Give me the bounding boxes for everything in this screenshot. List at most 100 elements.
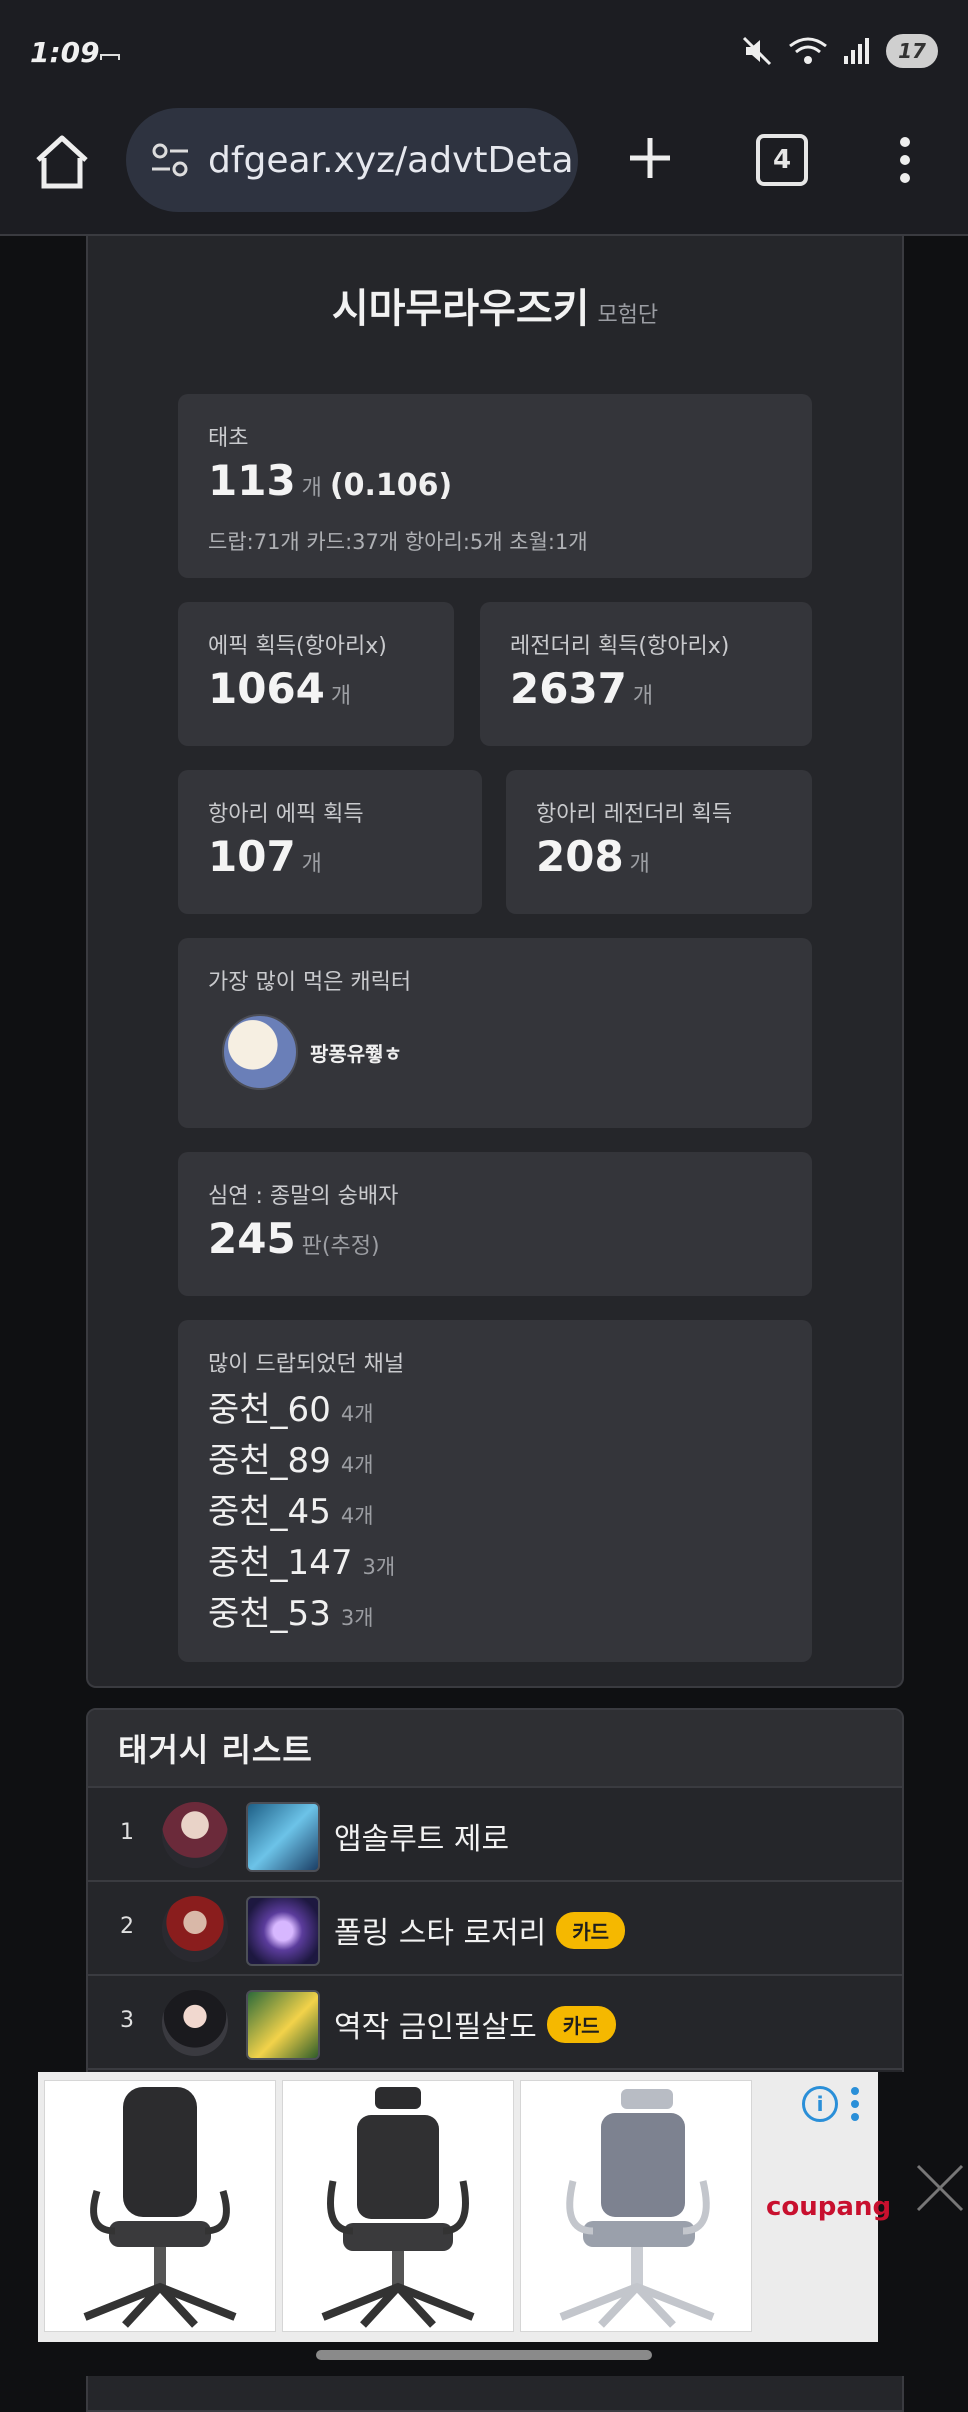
table-row[interactable]: 3 역작 금인필살도 카드: [88, 1976, 902, 2070]
page-title: 시마무라우즈키 모험단: [88, 276, 902, 334]
ad-banner[interactable]: i coupang: [0, 2072, 968, 2342]
abyss-value-line: 245 판(추정): [208, 1214, 380, 1263]
jar-epic-label: 항아리 에픽 획득: [208, 802, 364, 827]
card-badge: 카드: [556, 1912, 626, 1949]
jar-legendary-label: 항아리 레전더리 획득: [536, 802, 733, 827]
jar-epic-unit: 개: [301, 852, 322, 877]
channels-box: 많이 드랍되었던 채널 중천_60 4개 중천_89 4개 중천_45 4개 중천_1…: [178, 1320, 812, 1662]
taecho-rate: (0.106): [329, 468, 453, 503]
ad-brand-logo[interactable]: coupang: [766, 2192, 891, 2222]
taecho-count: 113: [208, 456, 296, 505]
character-entry[interactable]: 팡퐁유쭿ㅎ: [222, 1014, 402, 1090]
abyss-label: 심연 : 종말의 숭배자: [208, 1184, 399, 1209]
channel-name: 중천_89: [208, 1441, 331, 1481]
character-portrait: [162, 1896, 228, 1962]
item-name-with-badge[interactable]: 역작 금인필살도 카드: [334, 2002, 616, 2046]
item-icon: [246, 1896, 320, 1966]
jar-epic-value-line: 107 개: [208, 832, 322, 881]
list-title: 태거시 리스트: [118, 1731, 313, 1769]
abyss-unit: 판(추정): [301, 1234, 380, 1259]
adventure-card: 시마무라우즈키 모험단 태초 113 개 (0.106) 드랍:71개 카드:37개 …: [86, 236, 904, 1688]
top-character-box: 가장 많이 먹은 캐릭터 팡퐁유쭿ㅎ: [178, 938, 812, 1128]
ad-product-tile[interactable]: [282, 2080, 514, 2332]
legendary-value-line: 2637 개: [510, 664, 653, 713]
channel-name: 중천_53: [208, 1594, 331, 1634]
item-name[interactable]: 역작 금인필살도: [334, 2010, 537, 2045]
ad-product-tile[interactable]: [520, 2080, 752, 2332]
item-name-with-badge[interactable]: 폴링 스타 로저리 카드: [334, 1908, 626, 1952]
ad-product-tile[interactable]: [44, 2080, 276, 2332]
legendary-unit: 개: [632, 684, 654, 709]
status-bar: 1:09 17: [0, 0, 968, 100]
browser-toolbar: dfgear.xyz/advtDeta 4: [0, 100, 968, 236]
channel-count: 4개: [340, 1453, 374, 1477]
taecho-label: 태초: [208, 426, 249, 451]
mute-icon: [742, 36, 772, 66]
taecho-breakdown: 드랍:71개 카드:37개 항아리:5개 초월:1개: [208, 530, 588, 554]
channel-name: 중천_147: [208, 1543, 353, 1583]
item-icon: [246, 1802, 320, 1872]
table-row[interactable]: 1 앱솔루트 제로: [88, 1788, 902, 1882]
jar-legendary-unit: 개: [629, 852, 650, 877]
item-icon: [246, 1990, 320, 2060]
card-badge: 카드: [546, 2006, 616, 2043]
status-icons: 17: [740, 34, 938, 68]
item-name[interactable]: 앱솔루트 제로: [334, 1814, 509, 1858]
top-character-label: 가장 많이 먹은 캐릭터: [208, 970, 412, 995]
jar-legendary-value-line: 208 개: [536, 832, 650, 881]
notification-icon: [100, 54, 120, 60]
adventure-name: 시마무라우즈키: [331, 286, 590, 332]
jar-epic-value: 107: [208, 832, 296, 881]
channel-item: 중천_147 3개: [208, 1535, 395, 1584]
channel-count: 4개: [340, 1504, 374, 1528]
signal-icon: [844, 38, 869, 64]
legendary-value: 2637: [510, 664, 627, 713]
new-tab-icon[interactable]: [620, 128, 680, 188]
office-chair-image: [321, 2087, 475, 2328]
character-portrait: [162, 1990, 228, 2056]
row-rank: 1: [120, 1820, 134, 1845]
channel-count: 3개: [340, 1606, 374, 1630]
channel-name: 중천_60: [208, 1390, 331, 1430]
ad-content[interactable]: i coupang: [38, 2072, 891, 2342]
ad-menu-icon[interactable]: [850, 2086, 860, 2122]
url-text[interactable]: dfgear.xyz/advtDeta: [208, 140, 574, 181]
taecho-unit: 개: [301, 476, 322, 501]
channel-count: 3개: [362, 1555, 396, 1579]
adventure-subtitle: 모험단: [597, 303, 659, 328]
epic-value-line: 1064 개: [208, 664, 351, 713]
home-gesture-handle[interactable]: [316, 2350, 652, 2360]
channels-label: 많이 드랍되었던 채널: [208, 1352, 405, 1377]
epic-unit: 개: [330, 684, 352, 709]
jar-legendary-value: 208: [536, 832, 624, 881]
channel-count: 4개: [340, 1402, 374, 1426]
office-chair-image: [83, 2087, 237, 2328]
address-bar[interactable]: dfgear.xyz/advtDeta: [126, 108, 578, 212]
close-icon[interactable]: [912, 2160, 968, 2216]
character-portrait: [162, 1802, 228, 1868]
epic-label: 에픽 획득(항아리x): [208, 634, 387, 659]
item-name[interactable]: 폴링 스타 로저리: [334, 1916, 546, 1951]
taecho-value-line: 113 개 (0.106): [208, 456, 452, 505]
site-settings-icon[interactable]: [148, 138, 192, 182]
legendary-box: 레전더리 획득(항아리x) 2637 개: [480, 602, 812, 746]
row-rank: 2: [120, 1914, 134, 1939]
office-chair-image: [559, 2089, 715, 2328]
table-row[interactable]: 2 폴링 스타 로저리 카드: [88, 1882, 902, 1976]
abyss-value: 245: [208, 1214, 296, 1263]
more-menu-icon[interactable]: [890, 130, 920, 190]
channel-item: 중천_45 4개: [208, 1484, 374, 1533]
ad-info-icon[interactable]: i: [802, 2086, 838, 2122]
channel-name: 중천_45: [208, 1492, 331, 1532]
status-time: 1:09: [30, 36, 100, 69]
channel-item: 중천_60 4개: [208, 1382, 374, 1431]
character-name[interactable]: 팡퐁유쭿ㅎ: [310, 1038, 402, 1067]
wifi-icon: [789, 37, 827, 64]
list-header: 태거시 리스트: [88, 1710, 902, 1788]
epic-box: 에픽 획득(항아리x) 1064 개: [178, 602, 454, 746]
channel-item: 중천_53 3개: [208, 1586, 374, 1635]
character-avatar[interactable]: [222, 1014, 298, 1090]
tab-switcher-button[interactable]: 4: [756, 134, 808, 186]
home-icon[interactable]: [30, 130, 94, 194]
row-rank: 3: [120, 2008, 134, 2033]
